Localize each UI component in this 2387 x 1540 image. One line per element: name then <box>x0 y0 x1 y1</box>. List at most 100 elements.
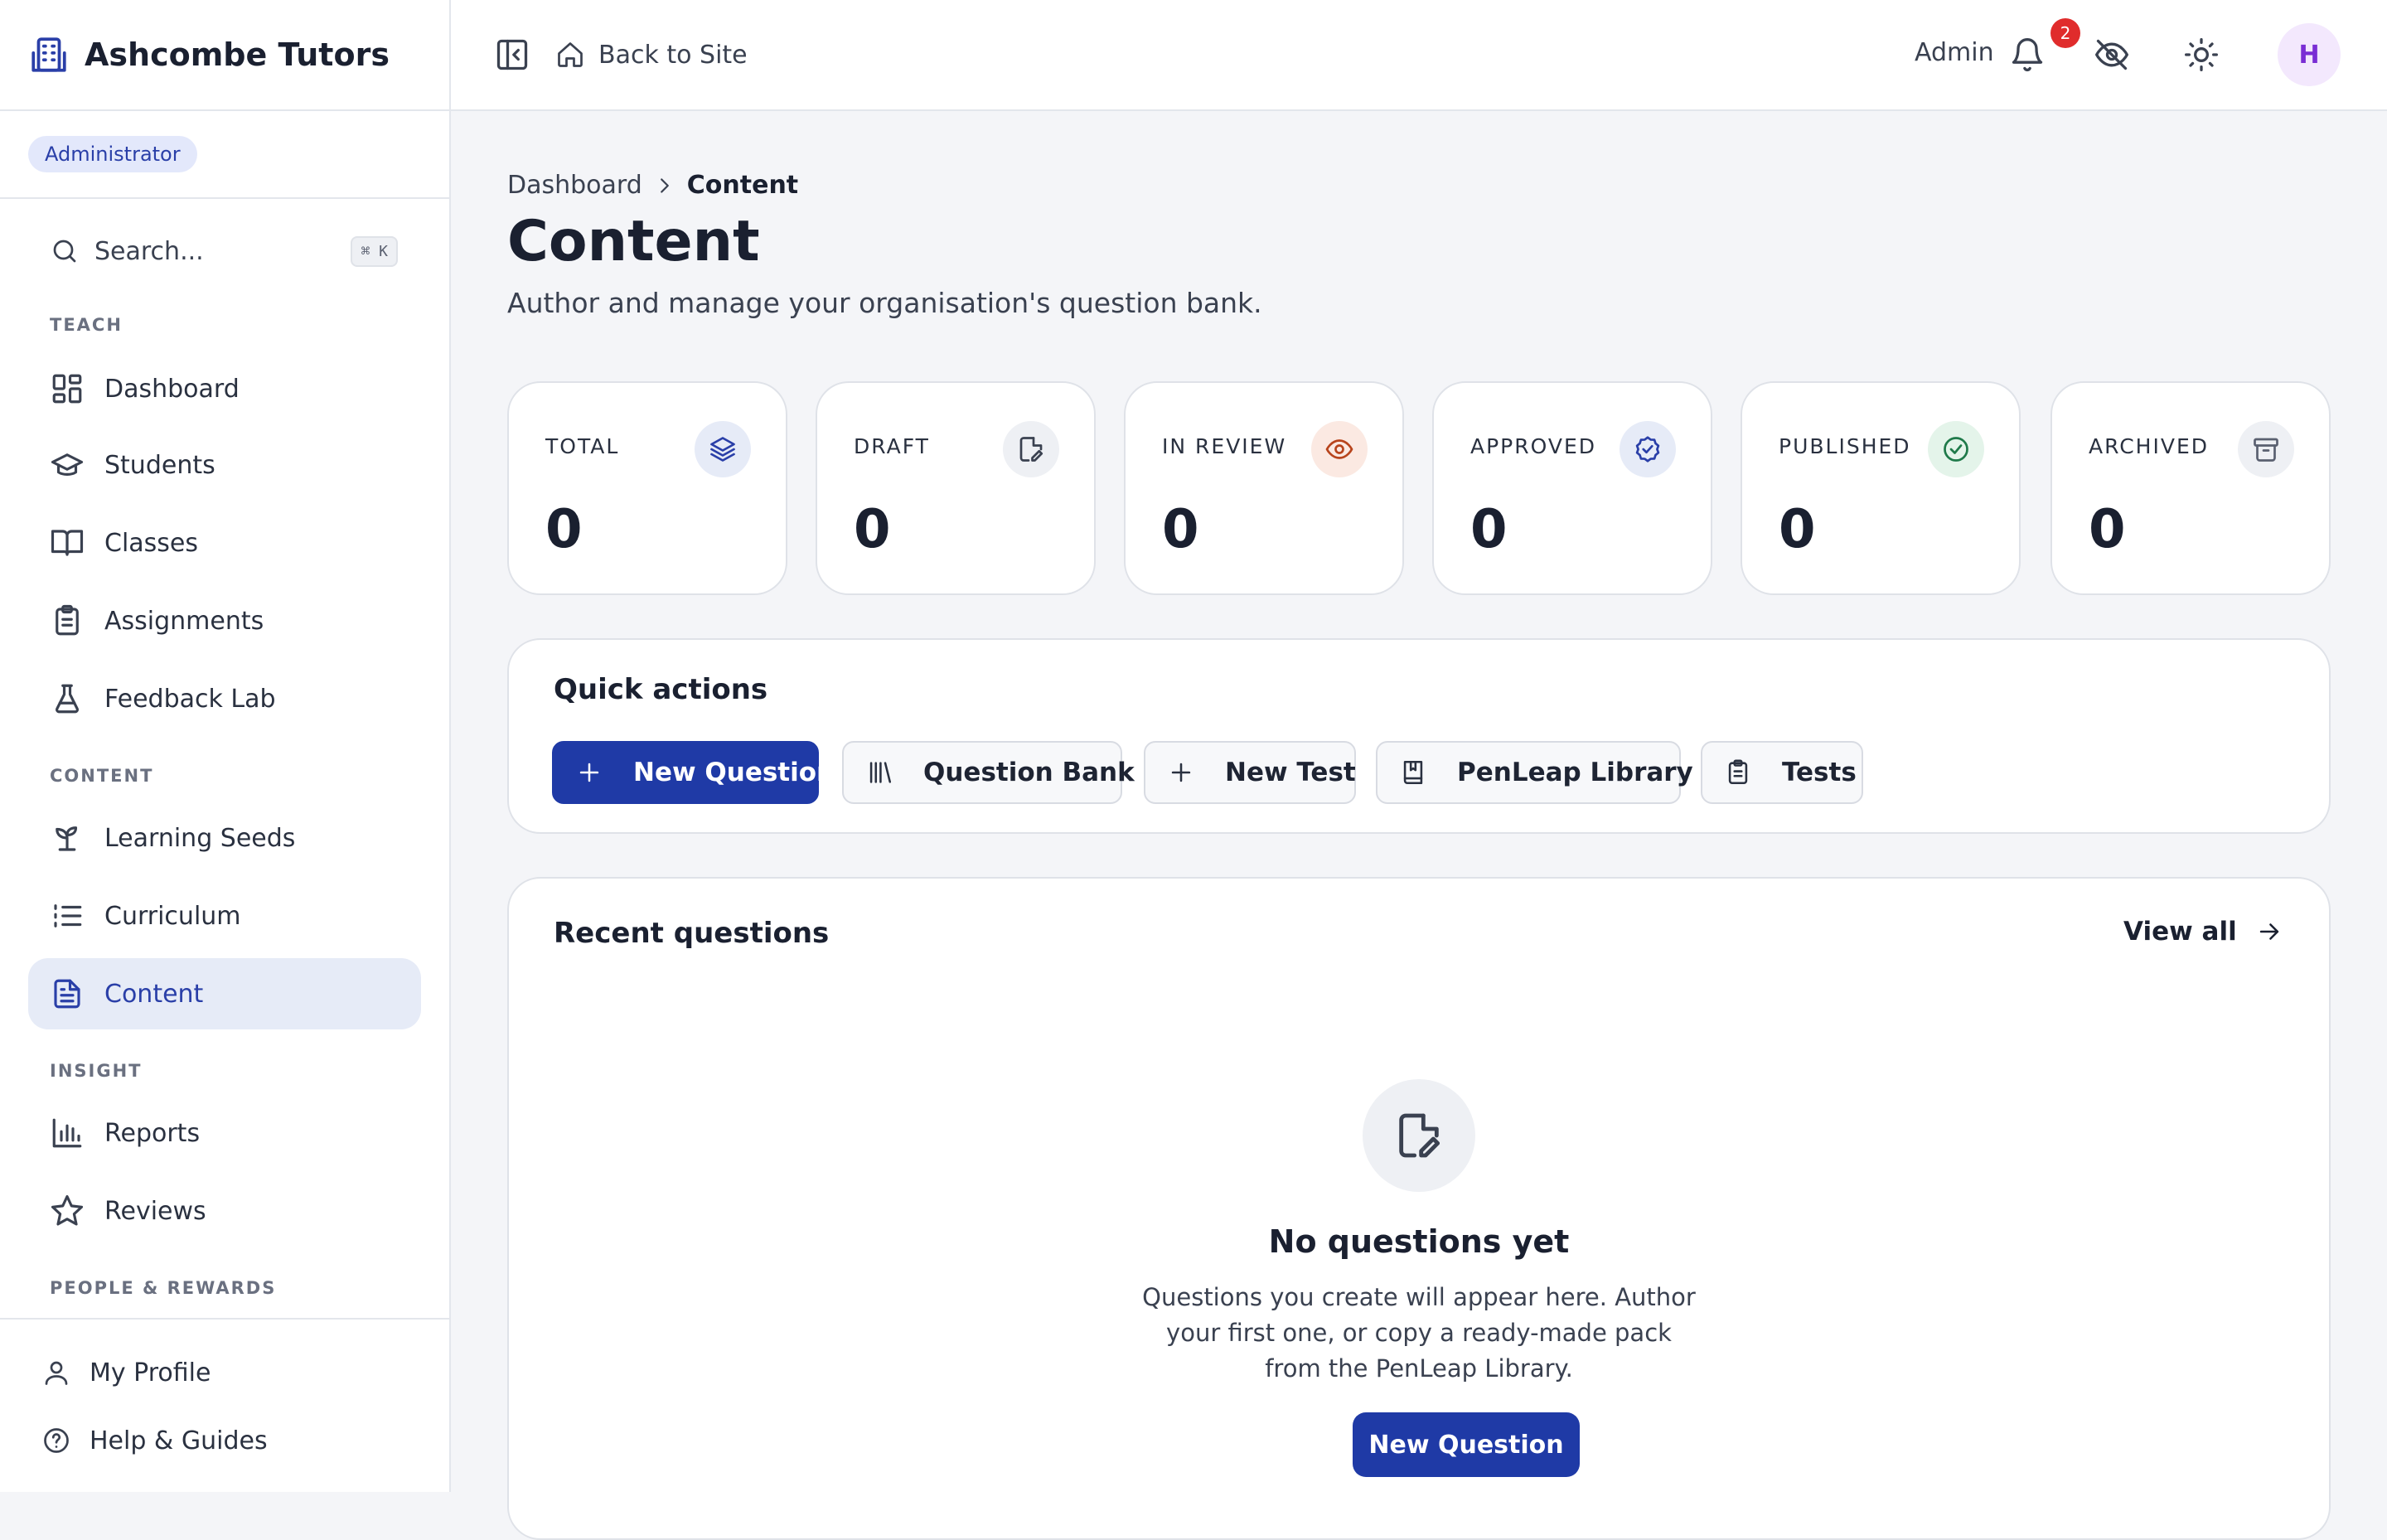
bar-chart-icon <box>50 1116 85 1150</box>
quick-actions-panel: Quick actions New Question Question Bank… <box>507 638 2331 834</box>
stat-label: DRAFT <box>854 434 930 458</box>
sidebar-toggle-icon[interactable] <box>494 36 530 73</box>
sidebar-item-learning-seeds[interactable]: Learning Seeds <box>28 802 421 874</box>
breadcrumb-dashboard[interactable]: Dashboard <box>507 171 642 200</box>
archive-icon <box>2238 421 2294 477</box>
book-open-icon <box>50 525 85 560</box>
sun-icon[interactable] <box>2183 36 2220 73</box>
sidebar-item-label: Assignments <box>104 606 264 636</box>
question-bank-button[interactable]: Question Bank <box>842 741 1135 804</box>
sidebar-item-content[interactable]: Content <box>28 958 421 1029</box>
bookmark-book-icon <box>1399 758 1427 787</box>
arrow-right-icon <box>2255 918 2283 946</box>
sidebar-item-reports[interactable]: Reports <box>28 1097 421 1169</box>
sidebar-item-label: Classes <box>104 528 199 558</box>
recent-questions-panel: Recent questions View all No questions y… <box>507 877 2331 1540</box>
penleap-library-button[interactable]: PenLeap Library <box>1376 741 1693 804</box>
stat-value: 0 <box>2089 499 2126 560</box>
help-guides-label: Help & Guides <box>90 1426 268 1455</box>
section-people-rewards: PEOPLE & REWARDS <box>50 1278 277 1298</box>
section-insight: INSIGHT <box>50 1061 143 1081</box>
button-label: Tests <box>1782 758 1857 787</box>
clipboard-icon <box>1724 758 1752 787</box>
stat-label: APPROVED <box>1470 434 1597 458</box>
check-circle-icon <box>1928 421 1984 477</box>
tests-button[interactable]: Tests <box>1701 741 1863 804</box>
stat-card-in-review[interactable]: IN REVIEW 0 <box>1124 381 1404 595</box>
sidebar-item-dashboard[interactable]: Dashboard <box>28 353 421 424</box>
stat-card-approved[interactable]: APPROVED 0 <box>1432 381 1712 595</box>
plus-icon <box>575 758 603 787</box>
sidebar-item-assignments[interactable]: Assignments <box>28 585 421 656</box>
sidebar-item-label: Feedback Lab <box>104 684 276 714</box>
eye-icon <box>1311 421 1368 477</box>
section-teach: TEACH <box>50 315 123 335</box>
bell-icon[interactable] <box>2009 36 2046 73</box>
stat-card-archived[interactable]: ARCHIVED 0 <box>2050 381 2331 595</box>
breadcrumb-current: Content <box>686 171 799 200</box>
sidebar-search[interactable]: Search... ⌘ K <box>28 225 401 277</box>
search-placeholder: Search... <box>94 236 204 266</box>
stat-label: ARCHIVED <box>2089 434 2210 458</box>
sidebar-item-curriculum[interactable]: Curriculum <box>28 880 421 952</box>
sidebar-item-label: Reviews <box>104 1196 206 1226</box>
stat-card-draft[interactable]: DRAFT 0 <box>816 381 1096 595</box>
search-icon <box>50 236 80 266</box>
stat-card-published[interactable]: PUBLISHED 0 <box>1741 381 2021 595</box>
library-icon <box>865 758 893 787</box>
sidebar-item-classes[interactable]: Classes <box>28 507 421 579</box>
view-all-label: View all <box>2123 917 2237 947</box>
button-label: Question Bank <box>923 758 1135 787</box>
stat-value: 0 <box>1470 499 1508 560</box>
building-icon <box>28 34 70 75</box>
new-test-button[interactable]: New Test <box>1144 741 1356 804</box>
sprout-icon <box>50 821 85 855</box>
empty-state-description: Questions you create will appear here. A… <box>1142 1283 1696 1383</box>
star-icon <box>50 1194 85 1228</box>
file-edit-icon <box>1363 1079 1475 1192</box>
sidebar-item-students[interactable]: Students <box>28 429 421 501</box>
flask-icon <box>50 681 85 716</box>
layers-icon <box>695 421 751 477</box>
button-label: New Test <box>1225 758 1356 787</box>
stat-label: PUBLISHED <box>1779 434 1911 458</box>
chevron-right-icon <box>652 173 677 198</box>
stat-card-total[interactable]: TOTAL 0 <box>507 381 787 595</box>
sidebar-item-label: Curriculum <box>104 901 241 931</box>
button-label: New Question <box>633 758 835 787</box>
badge-check-icon <box>1620 421 1676 477</box>
sidebar-item-reviews[interactable]: Reviews <box>28 1175 421 1247</box>
user-role-label[interactable]: Admin <box>1915 38 1994 67</box>
notification-count-badge: 2 <box>2050 18 2080 48</box>
recent-questions-title: Recent questions <box>554 917 830 950</box>
back-to-site-link[interactable]: Back to Site <box>555 33 748 76</box>
dashboard-icon <box>50 371 85 406</box>
stat-label: TOTAL <box>545 434 620 458</box>
plus-icon <box>1167 758 1195 787</box>
sidebar-item-label: Content <box>104 979 204 1009</box>
empty-state-new-question-button[interactable]: New Question <box>1353 1412 1580 1477</box>
eye-off-icon[interactable] <box>2094 36 2130 73</box>
help-guides-link[interactable]: Help & Guides <box>41 1416 268 1465</box>
clipboard-icon <box>50 603 85 638</box>
topbar: Back to Site Admin 2 H <box>451 0 2387 111</box>
home-icon <box>555 40 585 70</box>
avatar[interactable]: H <box>2278 23 2341 86</box>
brand[interactable]: Ashcombe Tutors <box>0 0 449 111</box>
sidebar-item-label: Learning Seeds <box>104 823 296 853</box>
my-profile-link[interactable]: My Profile <box>41 1348 211 1397</box>
page-title: Content <box>507 209 760 274</box>
sidebar-item-feedback-lab[interactable]: Feedback Lab <box>28 663 421 734</box>
new-question-button[interactable]: New Question <box>552 741 835 804</box>
graduation-cap-icon <box>50 448 85 482</box>
view-all-link[interactable]: View all <box>2123 917 2283 947</box>
back-to-site-label: Back to Site <box>598 40 748 70</box>
sidebar-item-label: Dashboard <box>104 374 240 404</box>
role-row: Administrator <box>0 111 449 199</box>
my-profile-label: My Profile <box>90 1358 211 1387</box>
quick-actions-title: Quick actions <box>554 673 768 706</box>
sidebar-item-label: Reports <box>104 1118 201 1148</box>
sidebar: Ashcombe Tutors Administrator Search... … <box>0 0 451 1492</box>
sidebar-item-label: Students <box>104 450 215 480</box>
list-icon <box>50 898 85 933</box>
